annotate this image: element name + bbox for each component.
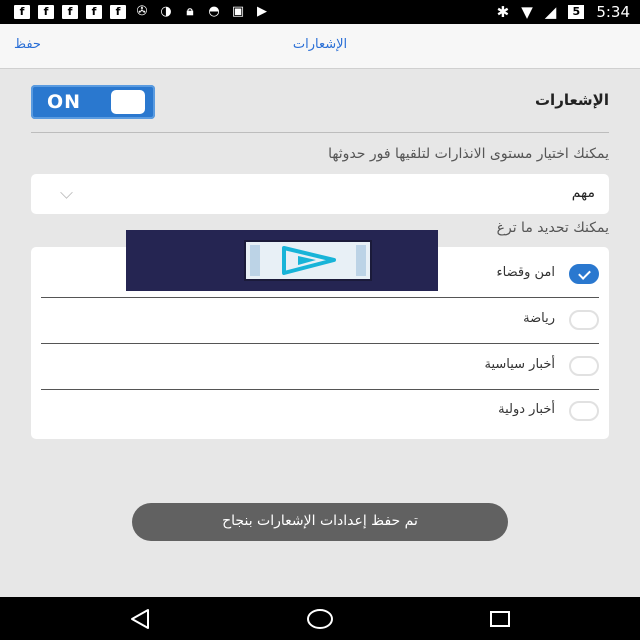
notifications-row: ON الإشعارات	[31, 80, 609, 133]
checkbox-checked[interactable]	[569, 264, 599, 284]
signal-icon: ◢	[544, 3, 557, 21]
alert-level-select[interactable]: مهم	[31, 174, 609, 214]
facebook-icon: f	[62, 5, 78, 19]
toast: تم حفظ إعدادات الإشعارات بنجاح	[132, 503, 508, 541]
satellite-icon: ✇	[136, 4, 148, 19]
system-icons: ✱ ▼ ◢ 5 5:34	[497, 0, 630, 24]
list-item-label: رياضة	[523, 311, 555, 326]
chevron-down-icon	[60, 186, 73, 199]
circle-icon: ◑	[160, 4, 172, 19]
play-store-icon: ▶	[257, 4, 267, 19]
facebook-icon: f	[110, 5, 126, 19]
page-title: الإشعارات	[292, 37, 348, 52]
toggle-knob	[111, 90, 145, 114]
facebook-icon: f	[38, 5, 54, 19]
alert-level-description: يمكنك اختيار مستوى الانذارات لتلقيها فور…	[328, 146, 609, 162]
back-icon[interactable]	[128, 607, 152, 631]
checkbox[interactable]	[569, 310, 599, 330]
list-item-label: امن وقضاء	[496, 265, 555, 280]
bluetooth-icon: ✱	[496, 3, 510, 21]
list-item-sports[interactable]: رياضة	[41, 298, 599, 344]
android-icon: ◓	[208, 4, 220, 19]
play-logo-icon	[246, 242, 370, 279]
checkbox[interactable]	[569, 401, 599, 421]
categories-description: يمكنك تحديد ما ترغ	[496, 220, 609, 236]
ad-logo	[244, 240, 372, 281]
recents-icon[interactable]	[488, 607, 512, 631]
facebook-icon: f	[14, 5, 30, 19]
wifi-icon: ▼	[521, 3, 533, 21]
header-bar: حفظ الإشعارات	[0, 24, 640, 69]
notifications-toggle[interactable]: ON	[31, 85, 155, 119]
clock: 5:34	[596, 3, 630, 21]
home-icon[interactable]	[306, 607, 334, 631]
notification-icons: f f f f f ✇ ◑ 🔒︎ ◓ ▣ ▶	[0, 5, 270, 19]
system-nav-bar	[0, 597, 640, 640]
lock-icon: 🔒︎	[186, 4, 194, 19]
bag-icon: ▣	[231, 4, 245, 19]
list-item-international[interactable]: أخبار دولية	[41, 389, 599, 434]
list-item-politics[interactable]: أخبار سياسية	[41, 344, 599, 390]
alert-level-value: مهم	[571, 185, 595, 201]
list-item-label: أخبار سياسية	[484, 357, 555, 372]
ad-banner[interactable]	[126, 230, 438, 291]
notifications-label: الإشعارات	[534, 91, 609, 109]
toast-message: تم حفظ إعدادات الإشعارات بنجاح	[222, 513, 418, 529]
list-item-label: أخبار دولية	[498, 402, 555, 417]
status-bar: f f f f f ✇ ◑ 🔒︎ ◓ ▣ ▶ ✱ ▼ ◢ 5 5:34	[0, 0, 640, 24]
facebook-icon: f	[86, 5, 102, 19]
checkbox[interactable]	[569, 356, 599, 376]
toggle-label: ON	[47, 91, 82, 113]
battery-icon: 5	[568, 5, 585, 19]
